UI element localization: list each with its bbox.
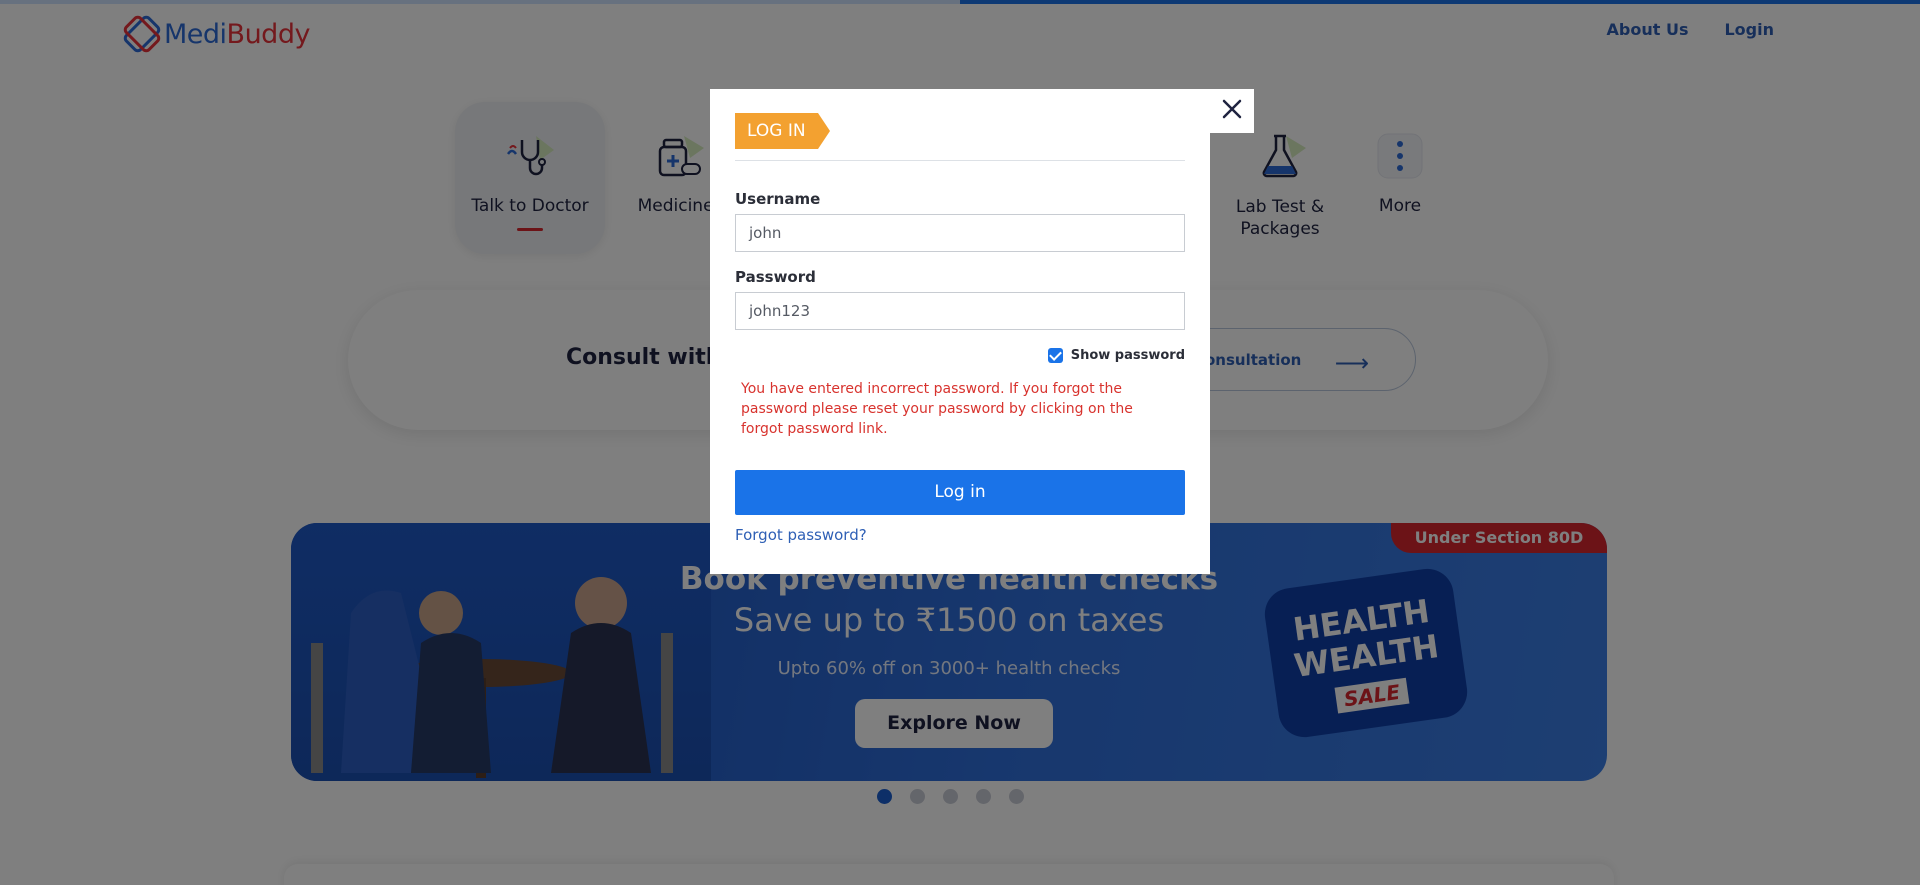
username-input[interactable]: john — [735, 214, 1185, 252]
modal-close-button[interactable] — [1210, 89, 1254, 133]
forgot-password-link[interactable]: Forgot password? — [735, 526, 867, 544]
show-password-checkbox[interactable] — [1047, 348, 1063, 363]
password-input[interactable]: john123 — [735, 292, 1185, 330]
password-label: Password — [735, 268, 816, 286]
login-modal-title: LOG IN — [735, 113, 830, 149]
login-modal: LOG IN Username john Password john123 Sh… — [710, 89, 1210, 574]
show-password-toggle[interactable]: Show password — [1047, 348, 1185, 363]
modal-divider — [735, 160, 1185, 161]
show-password-label: Show password — [1070, 348, 1185, 363]
close-icon — [1222, 99, 1242, 119]
username-label: Username — [735, 190, 821, 208]
login-error-message: You have entered incorrect password. If … — [741, 381, 1133, 437]
login-submit-button[interactable]: Log in — [735, 470, 1185, 515]
